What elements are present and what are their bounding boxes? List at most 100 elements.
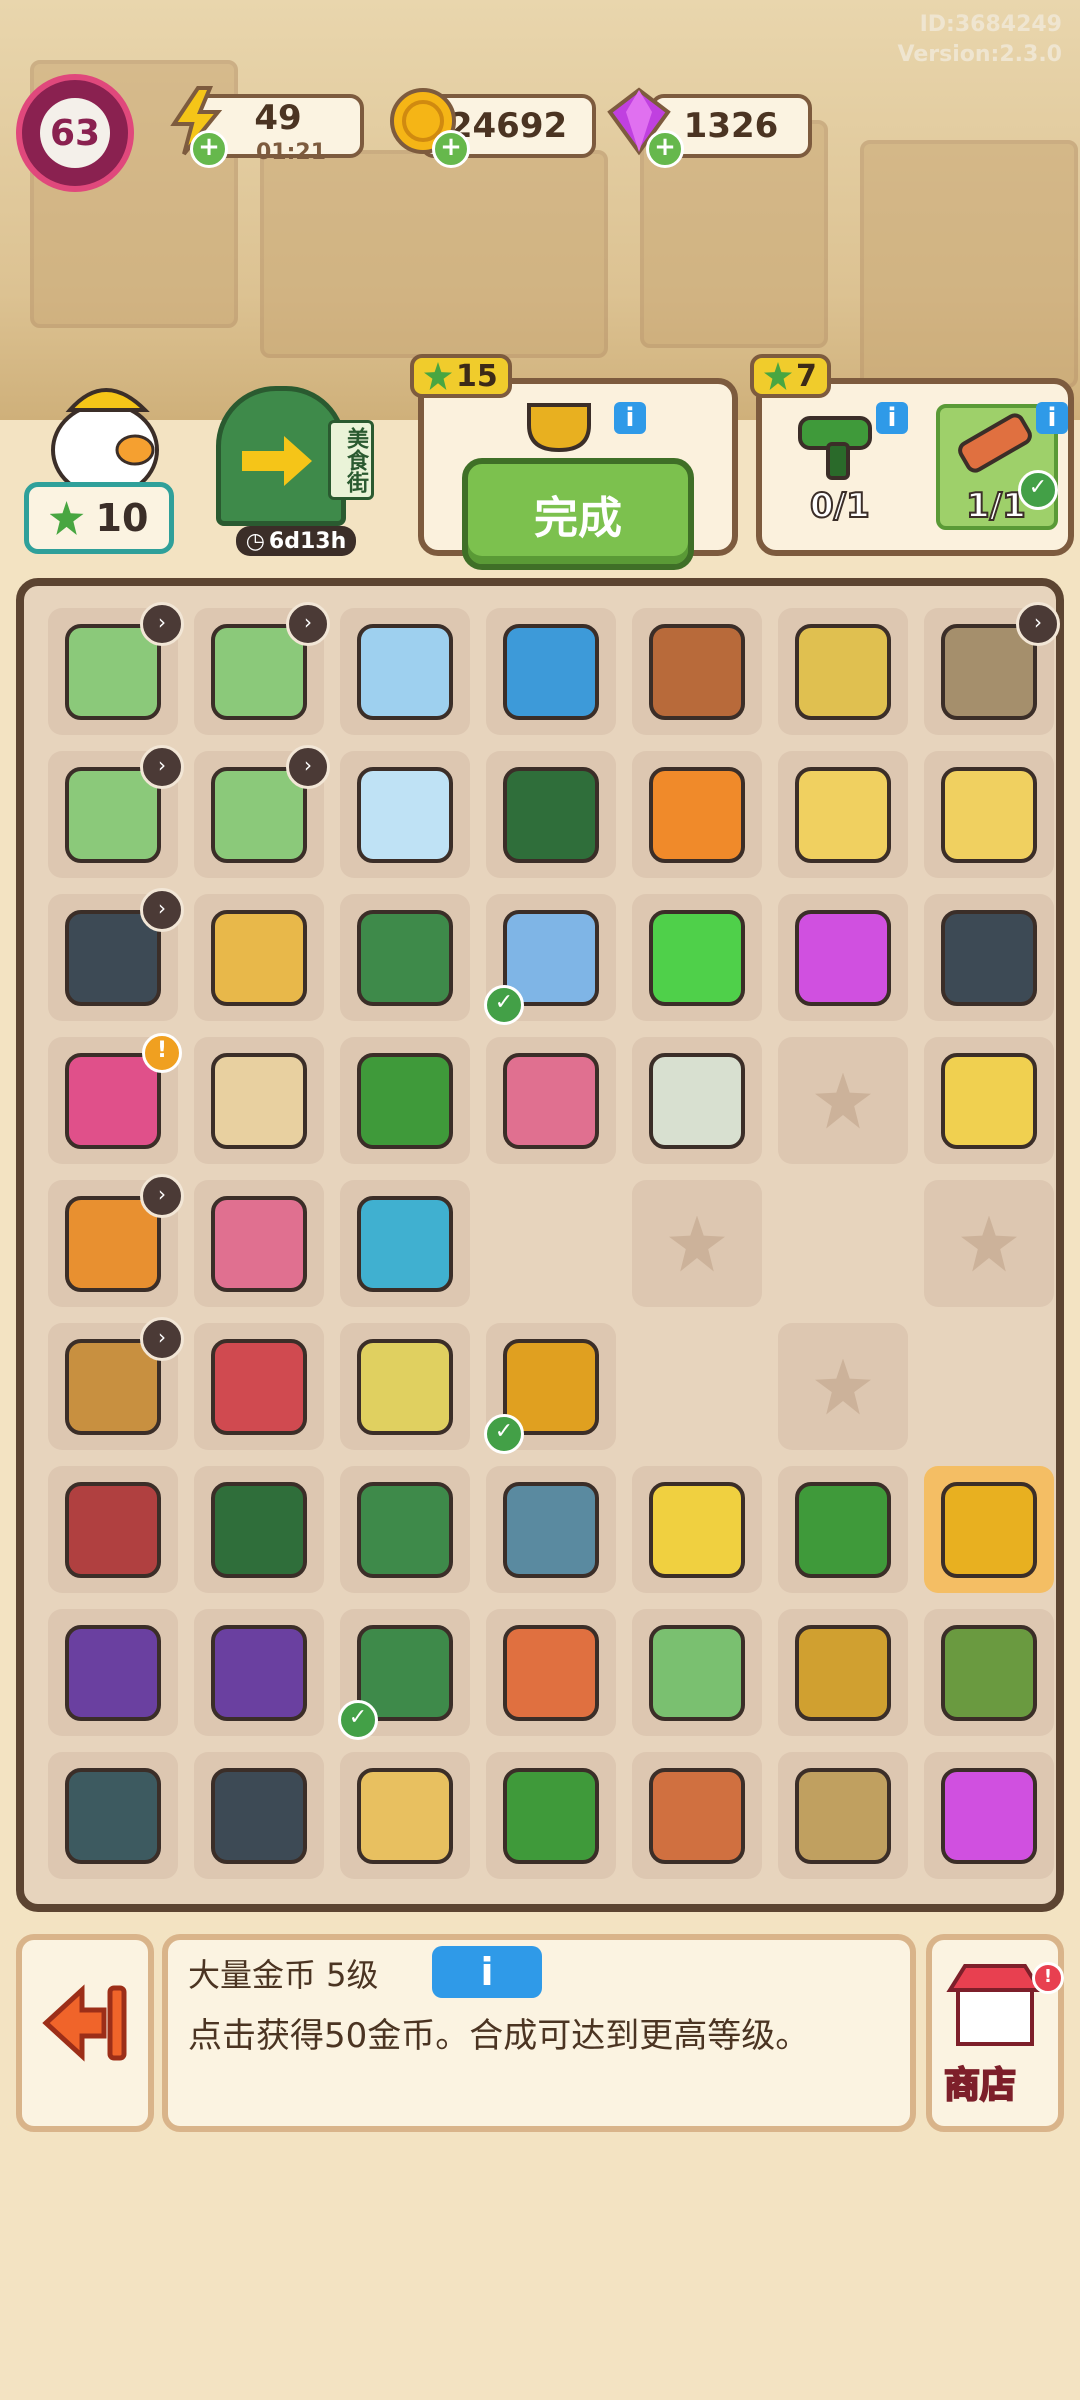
add-energy-button[interactable]: + bbox=[190, 130, 228, 168]
board-slot bbox=[778, 1609, 908, 1736]
coin-sack-icon bbox=[941, 1624, 1037, 1721]
board-cell[interactable]: ! bbox=[40, 1029, 186, 1172]
board-cell[interactable] bbox=[332, 1172, 478, 1315]
board-cell[interactable] bbox=[770, 1315, 916, 1458]
board-cell[interactable] bbox=[332, 1744, 478, 1887]
board-slot bbox=[194, 1180, 324, 1307]
board-cell[interactable] bbox=[624, 886, 770, 1029]
board-cell[interactable]: ✓ bbox=[478, 1315, 624, 1458]
board-cell[interactable] bbox=[478, 1601, 624, 1744]
board-cell[interactable] bbox=[332, 1458, 478, 1601]
board-slot bbox=[340, 894, 470, 1021]
board-cell[interactable] bbox=[478, 1458, 624, 1601]
board-slot bbox=[486, 1609, 616, 1736]
add-coins-button[interactable]: + bbox=[432, 130, 470, 168]
player-level-badge[interactable]: 63 bbox=[16, 74, 134, 192]
board-cell[interactable] bbox=[332, 743, 478, 886]
board-cell[interactable] bbox=[186, 1458, 332, 1601]
item-info-button[interactable]: i bbox=[432, 1946, 542, 1998]
board-cell[interactable]: › bbox=[40, 886, 186, 1029]
robot-vacuum-icon bbox=[503, 623, 599, 720]
box-cutter-icon bbox=[503, 1624, 599, 1721]
resistance-band-icon bbox=[357, 1195, 453, 1292]
board-cell[interactable] bbox=[332, 1029, 478, 1172]
board-cell[interactable] bbox=[186, 1029, 332, 1172]
board-cell[interactable] bbox=[916, 1601, 1062, 1744]
board-cell[interactable] bbox=[478, 743, 624, 886]
event-gate[interactable]: 美食街 ◷ 6d13h bbox=[206, 376, 386, 556]
producer-arrow-icon: › bbox=[140, 745, 184, 789]
board-cell[interactable] bbox=[624, 1744, 770, 1887]
board-cell[interactable] bbox=[916, 1029, 1062, 1172]
board-cell[interactable] bbox=[478, 600, 624, 743]
board-cell[interactable] bbox=[916, 743, 1062, 886]
board-cell[interactable] bbox=[624, 1172, 770, 1315]
drill-icon bbox=[798, 416, 872, 480]
board-cell[interactable]: › bbox=[40, 1315, 186, 1458]
bricks-icon bbox=[211, 1195, 307, 1292]
board-cell[interactable] bbox=[332, 600, 478, 743]
board-cell[interactable] bbox=[770, 1458, 916, 1601]
board-cell[interactable] bbox=[332, 1315, 478, 1458]
board-cell[interactable] bbox=[916, 1458, 1062, 1601]
complete-quest-button[interactable]: 完成 bbox=[462, 458, 694, 570]
quest-2-item-2-info-button[interactable]: i bbox=[1036, 402, 1068, 434]
board-cell[interactable]: › bbox=[40, 743, 186, 886]
add-gems-button[interactable]: + bbox=[646, 130, 684, 168]
board-cell[interactable] bbox=[770, 1172, 916, 1315]
board-cell[interactable] bbox=[624, 600, 770, 743]
quest-1-info-button[interactable]: i bbox=[614, 402, 646, 434]
board-cell[interactable] bbox=[40, 1744, 186, 1887]
paint-can-icon bbox=[211, 1052, 307, 1149]
board-slot bbox=[340, 1180, 470, 1307]
board-cell[interactable] bbox=[478, 1029, 624, 1172]
board-cell[interactable] bbox=[332, 886, 478, 1029]
board-cell[interactable]: › bbox=[40, 600, 186, 743]
board-cell[interactable] bbox=[770, 886, 916, 1029]
locked-star-icon bbox=[815, 1358, 871, 1415]
board-cell[interactable] bbox=[478, 1172, 624, 1315]
board-cell[interactable] bbox=[624, 743, 770, 886]
board-cell[interactable] bbox=[624, 1029, 770, 1172]
board-cell[interactable] bbox=[186, 1744, 332, 1887]
board-cell[interactable] bbox=[770, 1029, 916, 1172]
board-slot bbox=[778, 751, 908, 878]
board-cell[interactable] bbox=[916, 1172, 1062, 1315]
board-cell[interactable] bbox=[186, 1315, 332, 1458]
coin-pile-icon bbox=[941, 1481, 1037, 1578]
board-cell[interactable] bbox=[916, 1315, 1062, 1458]
board-slot bbox=[340, 751, 470, 878]
board-slot: › bbox=[924, 602, 1060, 735]
gems-small-icon bbox=[941, 1767, 1037, 1864]
board-cell[interactable] bbox=[624, 1315, 770, 1458]
board-cell[interactable]: › bbox=[40, 1172, 186, 1315]
board-cell[interactable] bbox=[770, 1601, 916, 1744]
energy-timer: 01:21 bbox=[256, 140, 327, 165]
board-cell[interactable] bbox=[624, 1458, 770, 1601]
board-cell[interactable]: › bbox=[916, 600, 1062, 743]
board-cell[interactable] bbox=[916, 886, 1062, 1029]
board-cell[interactable] bbox=[916, 1744, 1062, 1887]
board-cell[interactable] bbox=[478, 1744, 624, 1887]
worker-star-counter[interactable]: 10 bbox=[24, 482, 174, 554]
board-cell[interactable]: › bbox=[186, 743, 332, 886]
board-cell[interactable]: ✓ bbox=[332, 1601, 478, 1744]
paint-bucket-empty-icon bbox=[357, 1767, 453, 1864]
quest-1-reward-value: 15 bbox=[456, 358, 498, 394]
board-cell[interactable] bbox=[624, 1601, 770, 1744]
board-cell[interactable] bbox=[186, 1601, 332, 1744]
board-cell[interactable]: › bbox=[186, 600, 332, 743]
board-cell[interactable]: ✓ bbox=[478, 886, 624, 1029]
board-cell[interactable] bbox=[770, 743, 916, 886]
board-cell[interactable] bbox=[186, 1172, 332, 1315]
board-cell[interactable] bbox=[40, 1601, 186, 1744]
board-cell[interactable] bbox=[186, 886, 332, 1029]
weight-plates-icon bbox=[941, 909, 1037, 1006]
board-cell[interactable] bbox=[40, 1458, 186, 1601]
board-slot bbox=[486, 1037, 616, 1164]
worker-duck[interactable] bbox=[30, 370, 180, 500]
quest-2-item-1-info-button[interactable]: i bbox=[876, 402, 908, 434]
board-cell[interactable] bbox=[770, 600, 916, 743]
board-cell[interactable] bbox=[770, 1744, 916, 1887]
board-slot bbox=[194, 1323, 324, 1450]
